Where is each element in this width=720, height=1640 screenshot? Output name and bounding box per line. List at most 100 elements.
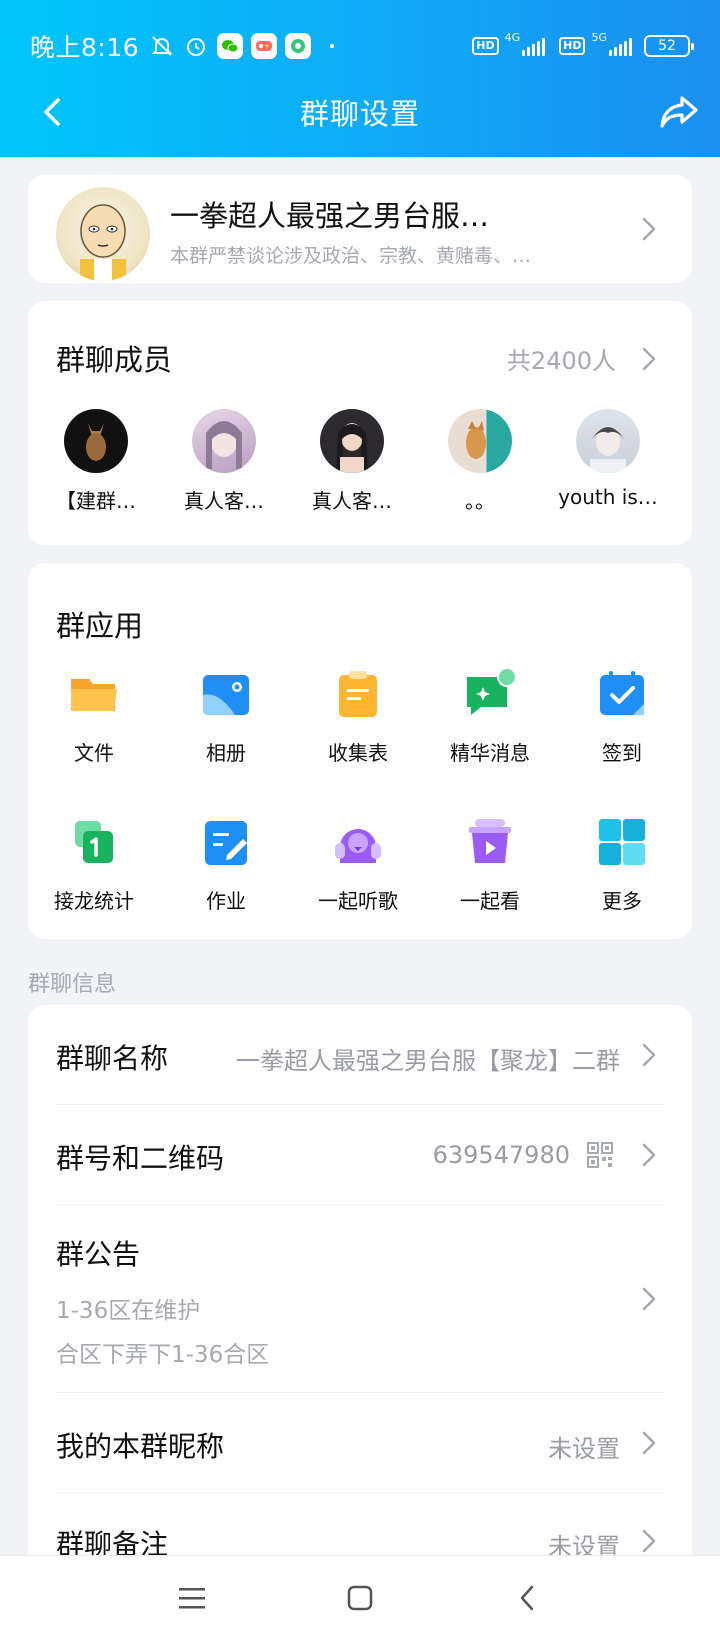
network-label: 5G <box>591 30 607 44</box>
app-label: 接龙统计 <box>54 889 134 913</box>
members-card: 群聊成员 共2400人 【建群… 真人客… 真人客… 。。 youth is… <box>28 301 692 545</box>
app-relay-count[interactable]: 接龙统计 <box>28 813 160 914</box>
group-apps-card: 群应用 文件 相册 收集表 精华消息 签到 接龙统计 作业 一起听歌 一起看 更… <box>28 563 692 939</box>
network-label: 4G <box>504 30 521 44</box>
chevron-right-icon <box>642 1431 656 1455</box>
nav-bar: 群聊设置 <box>0 84 720 140</box>
share-icon[interactable] <box>656 92 702 132</box>
member-avatar <box>64 409 128 473</box>
apps-title: 群应用 <box>56 609 144 643</box>
app-label: 作业 <box>206 889 246 913</box>
group-name: 一拳超人最强之男台服… <box>170 199 490 233</box>
signal-icon <box>522 36 546 56</box>
chevron-right-icon <box>642 1143 656 1167</box>
page-title: 群聊设置 <box>299 97 420 131</box>
alarm-icon <box>183 33 209 59</box>
chevron-right-icon <box>642 1287 656 1311</box>
group-name-label: 群聊名称 <box>56 1042 169 1075</box>
hd-badge: HD <box>559 37 586 55</box>
member-avatar <box>320 409 384 473</box>
app-label: 一起听歌 <box>318 889 398 913</box>
member-avatar <box>576 409 640 473</box>
album-icon <box>203 675 249 715</box>
group-number-value: 639547980 <box>432 1141 570 1169</box>
system-nav-bar <box>0 1555 720 1640</box>
announcement-row[interactable]: 群公告 1-36区在维护 合区下弄下1-36合区 <box>28 1205 692 1393</box>
homework-icon <box>205 821 247 865</box>
chevron-right-icon <box>642 1043 656 1067</box>
wechat-icon <box>217 33 244 59</box>
my-nickname-row[interactable]: 我的本群昵称 未设置 <box>28 1393 692 1493</box>
app-label: 收集表 <box>328 741 388 765</box>
back-arrow-icon[interactable] <box>34 92 74 132</box>
mute-bell-icon <box>149 33 175 59</box>
watch-together-icon <box>469 819 511 863</box>
app-homework[interactable]: 作业 <box>160 813 292 914</box>
listen-together-icon <box>335 829 381 863</box>
app-checkin[interactable]: 签到 <box>556 665 688 766</box>
grid-more-icon <box>599 819 645 865</box>
app-file[interactable]: 文件 <box>28 665 160 766</box>
member-item[interactable]: 。。 <box>420 409 540 514</box>
header: 晚上8:16 HD 4G HD 5G 52 群聊设置 <box>0 0 720 157</box>
group-name-value: 一拳超人最强之男台服【聚龙】二群 <box>236 1047 620 1075</box>
member-name: 真人客… <box>312 489 392 513</box>
app-watch-together[interactable]: 一起看 <box>424 813 556 914</box>
chevron-right-icon <box>642 217 656 241</box>
my-nickname-value: 未设置 <box>548 1435 620 1463</box>
app-album[interactable]: 相册 <box>160 665 292 766</box>
app-icon <box>285 33 312 59</box>
app-label: 签到 <box>602 741 642 765</box>
folder-icon <box>71 679 117 711</box>
my-nickname-label: 我的本群昵称 <box>56 1430 225 1463</box>
member-name: 真人客… <box>184 489 264 513</box>
chevron-right-icon <box>642 1529 656 1553</box>
member-count[interactable]: 共2400人 <box>507 341 616 376</box>
back-icon[interactable] <box>508 1578 548 1618</box>
app-essence[interactable]: 精华消息 <box>424 665 556 766</box>
app-label: 相册 <box>206 741 246 765</box>
member-name: youth is… <box>558 485 658 509</box>
dot-icon <box>319 33 345 59</box>
member-avatar <box>192 409 256 473</box>
member-item[interactable]: youth is… <box>548 409 668 509</box>
group-name-row[interactable]: 群聊名称 一拳超人最强之男台服【聚龙】二群 <box>28 1005 692 1105</box>
clipboard-icon <box>339 671 377 717</box>
hd-badge: HD <box>472 37 499 55</box>
member-name: 。。 <box>465 489 495 513</box>
info-section-label: 群聊信息 <box>28 972 117 997</box>
chevron-right-icon[interactable] <box>642 347 656 371</box>
essence-message-icon <box>467 667 517 715</box>
member-item[interactable]: 真人客… <box>292 409 412 514</box>
app-label: 文件 <box>74 741 114 765</box>
calendar-check-icon <box>600 671 644 715</box>
status-bar: 晚上8:16 HD 4G HD 5G 52 <box>30 28 694 64</box>
app-more[interactable]: 更多 <box>556 813 688 914</box>
members-title: 群聊成员 <box>56 343 173 377</box>
menu-icon[interactable] <box>172 1578 212 1618</box>
group-number-row[interactable]: 群号和二维码 639547980 <box>28 1105 692 1205</box>
group-info-card: 群聊名称 一拳超人最强之男台服【聚龙】二群 群号和二维码 639547980 群… <box>28 1005 692 1565</box>
app-label: 一起看 <box>460 889 520 913</box>
member-item[interactable]: 【建群… <box>36 409 156 514</box>
group-avatar <box>56 187 150 281</box>
group-description: 本群严禁谈论涉及政治、宗教、黄赌毒、… <box>170 245 532 267</box>
member-avatar <box>448 409 512 473</box>
qr-code-icon <box>587 1142 613 1168</box>
announcement-line: 合区下弄下1-36合区 <box>56 1342 270 1368</box>
home-icon[interactable] <box>340 1578 380 1618</box>
game-app-icon <box>251 33 278 59</box>
member-item[interactable]: 真人客… <box>164 409 284 514</box>
app-collect-form[interactable]: 收集表 <box>292 665 424 766</box>
app-listen-together[interactable]: 一起听歌 <box>292 813 424 914</box>
app-label: 更多 <box>602 889 642 913</box>
status-time: 晚上8:16 <box>30 33 140 62</box>
relay-count-icon <box>75 821 113 863</box>
member-name: 【建群… <box>56 489 136 513</box>
signal-icon <box>609 36 632 56</box>
app-label: 精华消息 <box>450 741 530 765</box>
group-profile-card[interactable]: 一拳超人最强之男台服… 本群严禁谈论涉及政治、宗教、黄赌毒、… <box>28 175 692 283</box>
battery-indicator: 52 <box>644 35 694 57</box>
battery-level: 52 <box>658 38 676 54</box>
announcement-label: 群公告 <box>56 1238 141 1271</box>
